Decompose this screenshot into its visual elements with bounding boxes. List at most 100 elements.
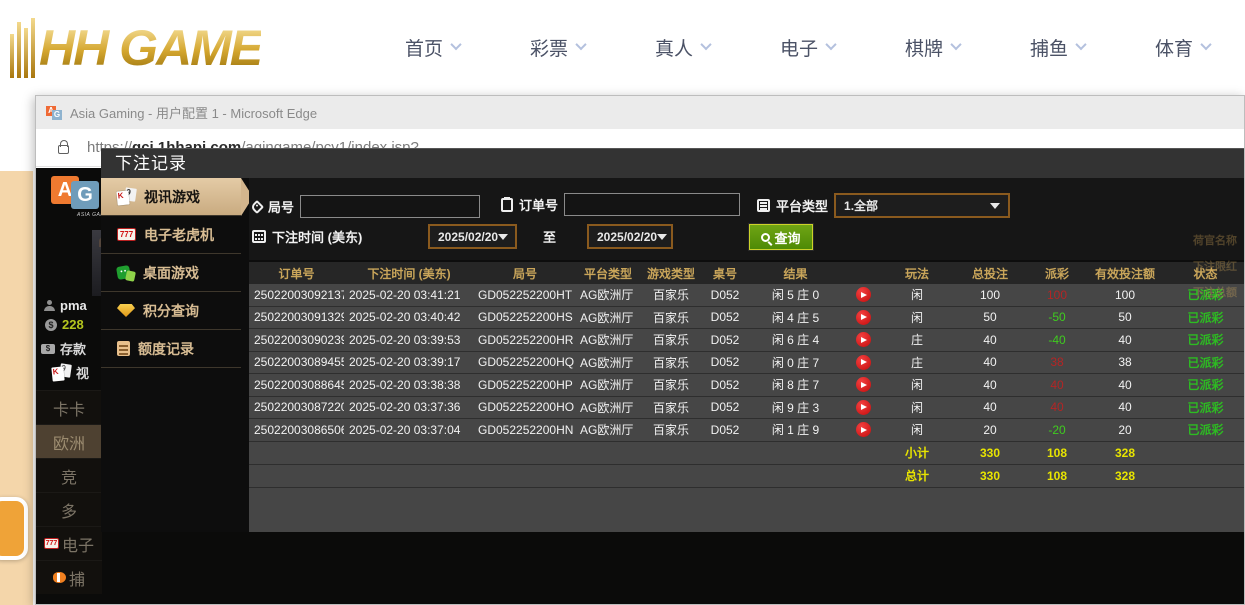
- cell: GD052252200HS: [474, 310, 576, 324]
- column-header: 桌号: [702, 265, 748, 282]
- cell: 250220030894552: [249, 355, 344, 369]
- site-logo[interactable]: HH GAME: [10, 12, 340, 84]
- player-balance: 228: [62, 317, 84, 332]
- window-title: Asia Gaming - 用户配置 1 - Microsoft Edge: [70, 103, 317, 122]
- table-row: 2502200309023902025-02-20 03:39:53GD0522…: [249, 329, 1244, 352]
- clipboard-icon: [501, 198, 513, 212]
- cell: AG欧洲厅: [576, 331, 640, 348]
- cell: 40: [1029, 378, 1085, 392]
- nav-item-真人[interactable]: 真人: [655, 34, 710, 61]
- cell: 闲: [883, 309, 951, 326]
- cell: 2025-02-20 03:37:36: [344, 400, 474, 414]
- dealer-info-label: 下注总额: [1193, 280, 1237, 306]
- date-to-select[interactable]: 2025/02/20: [587, 224, 673, 249]
- deposit-button[interactable]: $ 存款: [41, 339, 86, 358]
- cell: 百家乐: [640, 331, 702, 348]
- round-filter: 局号: [252, 195, 480, 218]
- platform-select[interactable]: 1.全部: [834, 193, 1010, 218]
- nav-item-首页[interactable]: 首页: [405, 34, 460, 61]
- nav-item-体育[interactable]: 体育: [1155, 34, 1210, 61]
- column-header: 订单号: [249, 265, 344, 282]
- cell: 已派彩: [1165, 354, 1244, 371]
- cell: 2025-02-20 03:38:38: [344, 378, 474, 392]
- table-games-icon: [117, 265, 135, 281]
- table-body: 2502200309213762025-02-20 03:41:21GD0522…: [249, 284, 1244, 488]
- nav-item-电子[interactable]: 电子: [780, 34, 835, 61]
- hall-menu-item-卡卡[interactable]: 卡卡: [36, 390, 102, 424]
- sidebar-item-电子老虎机[interactable]: 777 电子老虎机: [101, 216, 241, 254]
- play-video-icon[interactable]: [856, 355, 871, 370]
- cell: 已派彩: [1165, 331, 1244, 348]
- play-triangle: [861, 337, 867, 343]
- play-cell: [843, 310, 883, 325]
- cell: AG欧洲厅: [576, 354, 640, 371]
- nav-item-label: 捕鱼: [1030, 34, 1068, 61]
- cell: 250220030865064: [249, 423, 344, 437]
- play-video-icon[interactable]: [856, 310, 871, 325]
- video-games-shortcut[interactable]: 视: [52, 363, 89, 382]
- hall-menu-item-多[interactable]: 多: [36, 492, 102, 526]
- play-video-icon[interactable]: [856, 332, 871, 347]
- player-name: pma: [60, 298, 87, 313]
- slots-icon: 777: [117, 228, 136, 241]
- screen: HH GAME 首页彩票真人电子棋牌捕鱼体育 AG Asia Gaming - …: [0, 0, 1245, 605]
- platform-filter: 平台类型 1.全部: [757, 193, 1010, 218]
- page-background-strip: [0, 95, 35, 175]
- play-video-icon[interactable]: [856, 377, 871, 392]
- credit-log-icon: [117, 341, 130, 356]
- round-input[interactable]: [300, 195, 480, 218]
- dealer-info-label: 下注限红: [1193, 254, 1237, 280]
- sidebar-item-桌面游戏[interactable]: 桌面游戏: [101, 254, 241, 292]
- sidebar-item-视讯游戏[interactable]: 视讯游戏: [101, 178, 241, 216]
- cell: 百家乐: [640, 309, 702, 326]
- cell: 2025-02-20 03:39:53: [344, 333, 474, 347]
- cell: 40: [1029, 400, 1085, 414]
- order-input[interactable]: [564, 193, 740, 216]
- cell: 2025-02-20 03:39:17: [344, 355, 474, 369]
- nav-item-捕鱼[interactable]: 捕鱼: [1030, 34, 1085, 61]
- nav-item-棋牌[interactable]: 棋牌: [905, 34, 960, 61]
- column-header: 总投注: [951, 265, 1029, 282]
- date-from-select[interactable]: 2025/02/20: [428, 224, 517, 249]
- sidebar-item-积分查询[interactable]: 积分查询: [101, 292, 241, 330]
- hall-menu-item-竞[interactable]: 竞: [36, 458, 102, 492]
- cell: D052: [702, 378, 748, 392]
- cell: 20: [951, 423, 1029, 437]
- cell: 小计: [883, 444, 951, 461]
- cell: GD052252200HN: [474, 423, 576, 437]
- cell: 108: [1029, 446, 1085, 460]
- cell: GD052252200HP: [474, 378, 576, 392]
- cell: 总计: [883, 467, 951, 484]
- hall-menu-label: 卡卡: [53, 396, 85, 420]
- cards-icon: [52, 364, 71, 381]
- lock-icon[interactable]: [58, 145, 69, 154]
- search-button[interactable]: 查询: [749, 224, 813, 250]
- table-row: 2502200309132902025-02-20 03:40:42GD0522…: [249, 307, 1244, 330]
- cell: 40: [951, 378, 1029, 392]
- cell: GD052252200HO: [474, 400, 576, 414]
- floating-widget-button[interactable]: [0, 497, 28, 560]
- filter-area: 局号 订单号 平台类型 1.全部: [249, 178, 1244, 260]
- cell: -20: [1029, 423, 1085, 437]
- sidebar-item-额度记录[interactable]: 额度记录: [101, 330, 241, 368]
- caret-down-icon: [657, 234, 667, 240]
- column-header: 局号: [474, 265, 576, 282]
- hall-menu-item-电子[interactable]: 777电子: [36, 526, 102, 560]
- sidebar-item-label: 视讯游戏: [144, 187, 200, 207]
- cell: D052: [702, 400, 748, 414]
- cell: 2025-02-20 03:41:21: [344, 288, 474, 302]
- play-video-icon[interactable]: [856, 287, 871, 302]
- nav-item-彩票[interactable]: 彩票: [530, 34, 585, 61]
- cell: AG欧洲厅: [576, 376, 640, 393]
- hall-menu-item-欧洲[interactable]: 欧洲: [36, 424, 102, 458]
- cell: 330: [951, 446, 1029, 460]
- play-video-icon[interactable]: [856, 422, 871, 437]
- sidebar-item-label: 电子老虎机: [144, 225, 214, 245]
- logo-bars-decoration: [10, 18, 35, 78]
- cell: 百家乐: [640, 286, 702, 303]
- cell: GD052252200HT: [474, 288, 576, 302]
- list-icon: [757, 199, 770, 212]
- hall-menu-item-捕[interactable]: 捕: [36, 560, 102, 594]
- play-video-icon[interactable]: [856, 400, 871, 415]
- cell: 20: [1085, 423, 1165, 437]
